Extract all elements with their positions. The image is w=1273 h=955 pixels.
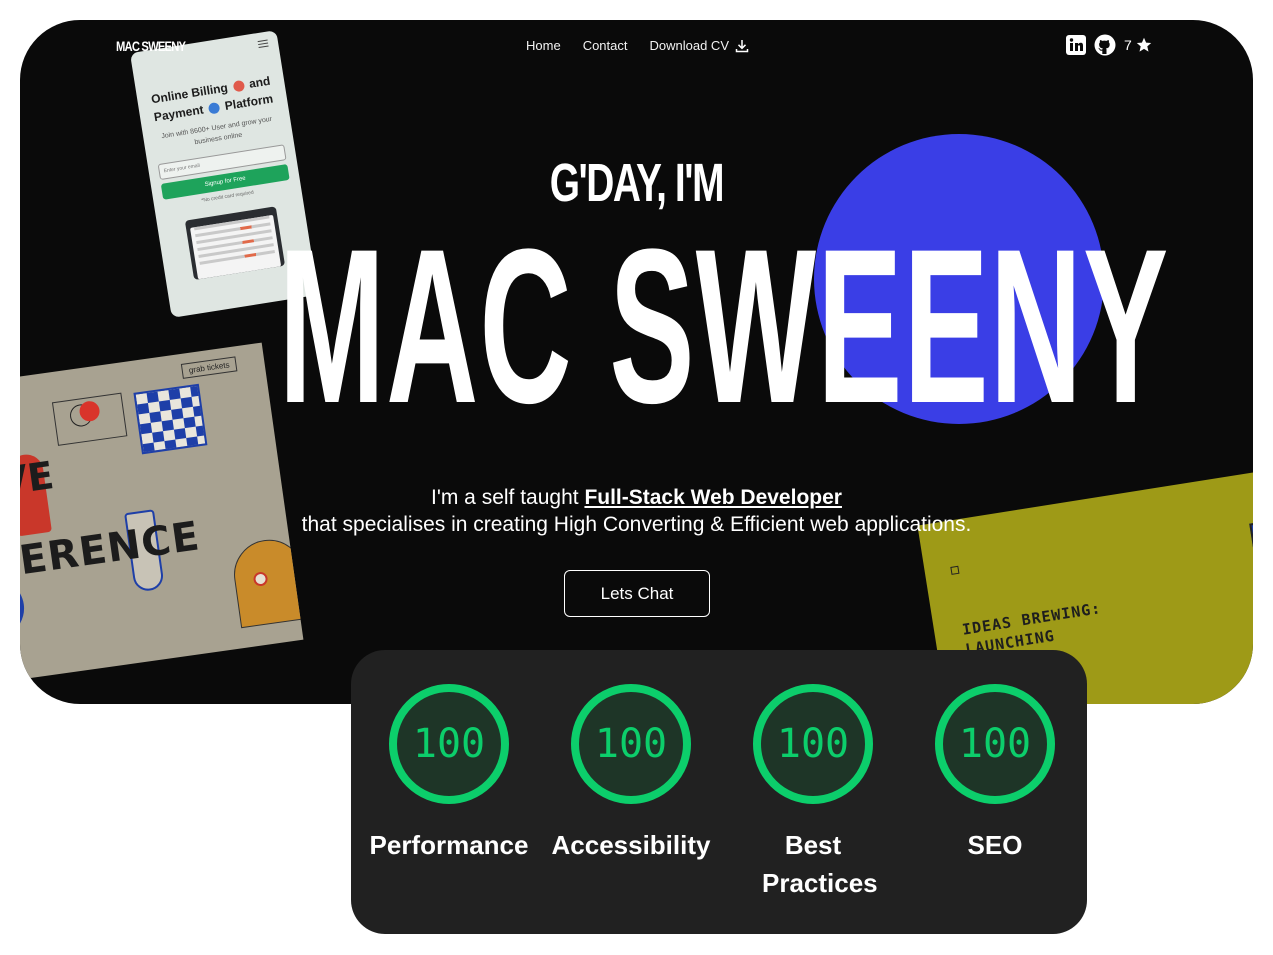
- score-best-practices: 100 Best Practices: [722, 684, 904, 902]
- site-logo[interactable]: MAC SWEENY: [116, 38, 186, 54]
- red-dot-icon: [232, 80, 245, 93]
- score-performance: 100 Performance: [358, 684, 540, 864]
- github-stars[interactable]: 7: [1124, 37, 1152, 53]
- tagline-line2: that specialises in creating High Conver…: [301, 513, 972, 536]
- score-value: 100: [776, 721, 850, 767]
- github-stars-count: 7: [1124, 37, 1132, 53]
- nav-contact-link[interactable]: Contact: [583, 38, 628, 53]
- score-accessibility: 100 Accessibility: [540, 684, 722, 864]
- checker-pattern: [133, 383, 208, 455]
- tagline: I'm a self taught Full-Stack Web Develop…: [20, 484, 1253, 538]
- blue-dot-icon: [208, 102, 221, 115]
- grab-tickets-label: grab tickets: [180, 356, 238, 379]
- score-value: 100: [412, 721, 486, 767]
- tagline-prefix: I'm a self taught: [431, 486, 585, 509]
- social-links: 7: [1066, 34, 1152, 56]
- score-value: 100: [958, 721, 1032, 767]
- full-stack-link[interactable]: Full-Stack Web Developer: [584, 486, 842, 509]
- score-gauge: 100: [571, 684, 691, 804]
- score-label: Best Practices: [762, 830, 878, 898]
- decor-blue-half: [20, 574, 28, 640]
- name-heading: MAC SWEENY: [278, 203, 1170, 449]
- score-seo: 100 SEO: [904, 684, 1086, 864]
- score-gauge: 100: [935, 684, 1055, 804]
- score-gauge: 100: [389, 684, 509, 804]
- star-icon: [1136, 37, 1151, 52]
- github-icon[interactable]: [1094, 34, 1116, 56]
- score-label: SEO: [967, 830, 1023, 860]
- hero-section: Online Billing and Payment Platform Join…: [20, 20, 1253, 704]
- nav-home-link[interactable]: Home: [526, 38, 561, 53]
- linkedin-icon[interactable]: [1066, 35, 1086, 55]
- score-value: 100: [594, 721, 668, 767]
- decor-arch: [229, 535, 304, 629]
- menu-icon: [257, 38, 269, 50]
- nav-download-cv-link[interactable]: Download CV: [650, 38, 750, 53]
- score-gauge: 100: [753, 684, 873, 804]
- download-cv-label: Download CV: [649, 38, 730, 53]
- main-nav: Home Contact Download CV: [526, 38, 749, 53]
- download-icon: [735, 39, 749, 52]
- lighthouse-scores-panel: 100 Performance 100 Accessibility 100 Be…: [351, 650, 1087, 934]
- lets-chat-button[interactable]: Lets Chat: [564, 570, 710, 617]
- save-icon: [950, 565, 960, 575]
- laptop-image: [184, 206, 286, 280]
- score-label: Performance: [369, 830, 529, 860]
- score-label: Accessibility: [551, 830, 711, 860]
